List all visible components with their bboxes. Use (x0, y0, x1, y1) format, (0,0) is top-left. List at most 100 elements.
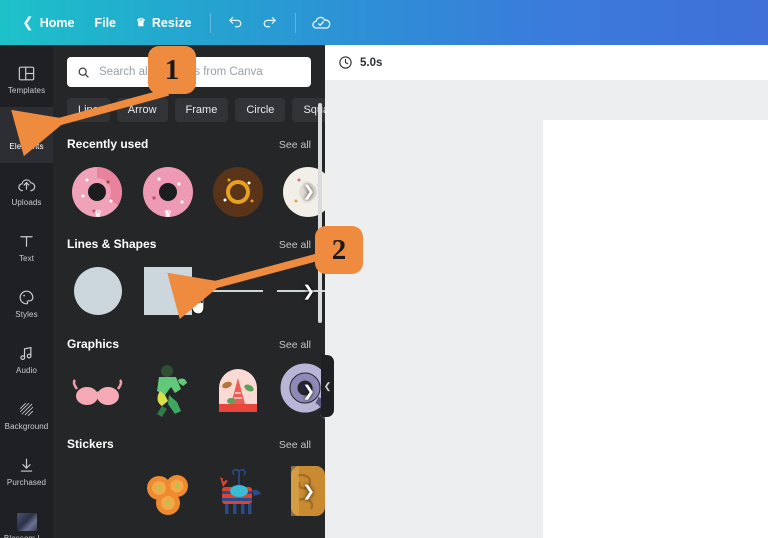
element-thumbnail[interactable] (207, 460, 269, 522)
cloud-save-button[interactable] (304, 9, 338, 37)
chevron-right-icon[interactable]: ❯ (302, 282, 315, 300)
chip-arrow[interactable]: Arrow (116, 98, 168, 122)
resize-label: Resize (151, 15, 192, 30)
sidebar-item-audio[interactable]: Audio (0, 331, 53, 387)
canva-editor-window: ❮ Home File ♛ Resize Templates Elements … (0, 0, 768, 538)
background-icon (16, 400, 38, 420)
shape-circle[interactable] (67, 260, 129, 322)
sidebar-label-brand: Blossom L... (3, 533, 50, 538)
recently-used-row: ♛ ♛ ❯ (67, 160, 325, 222)
chevron-right-icon[interactable]: ❯ (302, 382, 315, 400)
sidebar-item-uploads[interactable]: Uploads (0, 163, 53, 219)
chevron-right-icon[interactable]: ❯ (302, 182, 315, 200)
element-thumbnail[interactable]: ♛ (137, 160, 199, 222)
sidebar-item-elements[interactable]: Elements (0, 107, 53, 163)
crown-icon: ♛ (163, 209, 173, 220)
sidebar-label-text: Text (18, 253, 35, 263)
toolbar-divider (209, 12, 211, 33)
sidebar-item-text[interactable]: Text (0, 219, 53, 275)
callout-badge-2: 2 (315, 226, 363, 274)
orange-flowers-icon (147, 475, 188, 515)
undo-button[interactable] (219, 9, 253, 37)
text-icon (16, 232, 38, 252)
resize-button[interactable]: ♛ Resize (126, 10, 201, 36)
elements-panel: Search all elements from Canva Line Arro… (53, 45, 325, 538)
element-thumbnail[interactable] (137, 360, 199, 422)
templates-icon (16, 64, 38, 84)
donut-chocolate-icon (213, 167, 263, 217)
section-stickers: Stickers See all ❯ (53, 422, 325, 522)
see-all-recently-used[interactable]: See all (279, 139, 311, 151)
chip-line[interactable]: Line (67, 98, 110, 122)
element-thumbnail[interactable] (67, 460, 129, 522)
design-page[interactable] (543, 120, 768, 538)
section-header: Graphics See all (67, 337, 311, 351)
section-header: Lines & Shapes See all (67, 237, 311, 251)
search-icon (78, 67, 89, 78)
element-thumbnail[interactable] (277, 460, 325, 522)
section-title: Graphics (67, 337, 120, 351)
toolbar-divider-2 (294, 12, 296, 33)
chevron-left-icon: ❮ (22, 14, 34, 30)
cloud-saved-icon (311, 16, 330, 29)
sidebar-item-templates[interactable]: Templates (0, 51, 53, 107)
section-title: Recently used (67, 137, 149, 151)
element-thumbnail[interactable] (277, 360, 325, 422)
see-all-lines-shapes[interactable]: See all (279, 239, 311, 251)
sidebar-item-purchased[interactable]: Purchased (0, 443, 53, 499)
sidebar-label-templates: Templates (7, 85, 46, 95)
hand-cursor-icon (189, 293, 205, 315)
shape-line[interactable] (207, 260, 269, 322)
top-toolbar: ❮ Home File ♛ Resize (0, 0, 768, 45)
lines-shapes-row: ❯ (67, 260, 315, 322)
undo-icon (229, 16, 242, 28)
sidebar-label-audio: Audio (16, 365, 37, 375)
purple-spiral-icon (280, 363, 325, 420)
home-label: Home (39, 15, 75, 30)
canvas-toolbar: 5.0s (325, 45, 768, 80)
element-thumbnail[interactable] (207, 160, 269, 222)
chevron-right-icon[interactable]: ❯ (302, 482, 315, 500)
wooden-scroll-icon (291, 466, 325, 516)
redo-button[interactable] (253, 9, 287, 37)
see-all-graphics[interactable]: See all (279, 339, 311, 351)
file-menu-button[interactable]: File (84, 10, 126, 36)
crown-icon: ♛ (93, 209, 103, 220)
element-thumbnail[interactable] (207, 360, 269, 422)
sidebar-item-styles[interactable]: Styles (0, 275, 53, 331)
redo-icon (263, 16, 276, 28)
sidebar-item-background[interactable]: Background (0, 387, 53, 443)
sunglasses-icon (72, 379, 123, 405)
sidebar-label-uploads: Uploads (11, 197, 42, 207)
section-title: Lines & Shapes (67, 237, 157, 251)
sidebar-item-brand[interactable]: Blossom L... (0, 499, 53, 538)
element-thumbnail[interactable]: ♛ (67, 160, 129, 222)
section-title: Stickers (67, 437, 114, 451)
element-thumbnail[interactable] (137, 460, 199, 522)
purchased-icon (16, 456, 38, 476)
section-graphics: Graphics See all ❯ (53, 322, 325, 422)
section-lines-shapes: Lines & Shapes See all ❯ (53, 222, 325, 322)
section-recently-used: Recently used See all ♛ ♛ ❯ (53, 122, 325, 222)
chip-frame[interactable]: Frame (174, 98, 229, 122)
section-header: Stickers See all (67, 437, 311, 451)
sidebar-label-styles: Styles (15, 309, 38, 319)
panel-collapse-handle[interactable]: ❮ (321, 355, 334, 417)
section-header: Recently used See all (67, 137, 311, 151)
stickers-row: ❯ (67, 460, 325, 522)
callout-badge-1: 1 (148, 46, 196, 94)
styles-icon (16, 288, 38, 308)
pinata-donkey-icon (220, 468, 261, 514)
sidebar-label-purchased: Purchased (6, 477, 47, 487)
graphics-row: ❯ (67, 360, 325, 422)
sidebar-label-background: Background (4, 421, 49, 431)
file-label: File (94, 15, 117, 30)
chip-circle[interactable]: Circle (235, 98, 286, 122)
home-button[interactable]: ❮ Home (12, 8, 84, 37)
see-all-stickers[interactable]: See all (279, 439, 311, 451)
page-duration-label[interactable]: 5.0s (360, 57, 382, 69)
panel-scrollbar[interactable] (318, 103, 322, 323)
audio-icon (16, 344, 38, 364)
green-figure-icon (157, 365, 187, 417)
element-thumbnail[interactable] (67, 360, 129, 422)
